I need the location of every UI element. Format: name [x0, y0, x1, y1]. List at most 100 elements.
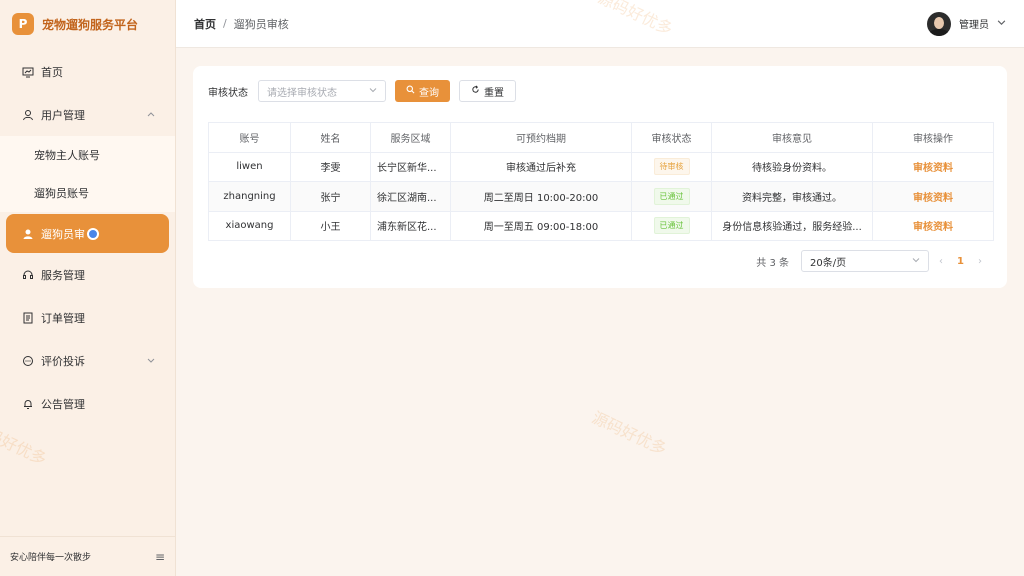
sidebar-item-label: 遛狗员审 [41, 227, 85, 241]
status-badge: 已通过 [653, 187, 690, 205]
reset-button[interactable]: 重置 [459, 80, 516, 102]
cell-account: zhangning [208, 181, 291, 212]
person-icon [22, 228, 34, 240]
cell-opinion: 资料完整，审核通过。 [711, 181, 873, 212]
avatar [927, 11, 951, 36]
cell-status: 已通过 [631, 181, 712, 212]
sidebar-item-label: 首页 [41, 65, 63, 79]
page-size-select[interactable]: 20条/页 [801, 250, 930, 272]
pagination: 共 3 条 20条/页 ‹ 1 › [756, 250, 992, 272]
cell-opinion: 身份信息核验通过，服务经验... [711, 210, 873, 241]
table-row: xiaowang 小王 浦东新区花... 周一至周五 09:00-18:00 已… [208, 210, 994, 241]
reset-button-label: 重置 [484, 87, 504, 99]
chevron-down-icon [147, 354, 155, 367]
page-size-value: 20条/页 [810, 257, 847, 269]
status-filter-label: 审核状态 [208, 87, 248, 99]
cell-status: 已通过 [631, 210, 712, 241]
sidebar-item-user-management[interactable]: 用户管理 [0, 93, 175, 136]
column-header: 账号 [208, 122, 291, 153]
user-name: 管理员 [959, 20, 989, 31]
sidebar-item-service-management[interactable]: 服务管理 [0, 253, 175, 296]
query-button[interactable]: 查询 [395, 80, 450, 102]
sidebar-item-label: 订单管理 [41, 311, 85, 325]
column-header: 姓名 [290, 122, 371, 153]
sidebar-footer-text: 安心陪伴每一次散步 [10, 553, 92, 563]
logo-icon: P [12, 13, 34, 35]
cell-name: 张宁 [290, 181, 371, 212]
refresh-icon [471, 85, 480, 97]
column-header: 审核状态 [631, 122, 712, 153]
app-title: 宠物遛狗服务平台 [42, 17, 139, 32]
sidebar-menu: 首页 用户管理 宠物主人账号 遛狗员账号 遛狗员审 服务管理 订单管理 评价投诉… [0, 50, 175, 425]
cell-name: 小王 [290, 210, 371, 241]
sidebar: P 宠物遛狗服务平台 首页 用户管理 宠物主人账号 遛狗员账号 遛狗员审 服务管… [0, 0, 176, 576]
status-filter-select[interactable]: 请选择审核状态 [258, 80, 386, 102]
breadcrumb-current: 遛狗员审核 [233, 17, 289, 31]
sidebar-item-walker-review[interactable]: 遛狗员审 [6, 214, 169, 253]
sidebar-item-label: 公告管理 [41, 397, 85, 411]
chevron-up-icon [147, 108, 155, 121]
user-menu[interactable]: 管理员 [927, 11, 1006, 36]
review-materials-link[interactable]: 审核资料 [913, 193, 953, 204]
sidebar-subitem-walker-account[interactable]: 遛狗员账号 [0, 174, 175, 212]
breadcrumb-home[interactable]: 首页 [194, 16, 216, 32]
user-submenu: 宠物主人账号 遛狗员账号 [0, 136, 175, 212]
cell-action: 审核资料 [872, 151, 994, 182]
top-header: 首页 / 遛狗员审核 管理员 [176, 0, 1024, 48]
breadcrumb: 首页 / 遛狗员审核 [194, 16, 289, 32]
chevron-down-icon [912, 256, 920, 267]
review-materials-link[interactable]: 审核资料 [913, 163, 953, 174]
cell-action: 审核资料 [872, 210, 994, 241]
chat-icon [22, 355, 34, 367]
cell-status: 待审核 [631, 151, 712, 182]
sidebar-footer: 安心陪伴每一次散步 ≡ [0, 536, 175, 576]
app-logo[interactable]: P 宠物遛狗服务平台 [0, 0, 175, 48]
cell-name: 李雯 [290, 151, 371, 182]
collapse-menu-icon[interactable]: ≡ [155, 550, 165, 564]
table-row: zhangning 张宁 徐汇区湖南... 周二至周日 10:00-20:00 … [208, 181, 994, 212]
cell-area: 浦东新区花... [370, 210, 451, 241]
search-icon [406, 85, 415, 97]
bell-icon [22, 398, 34, 410]
chevron-down-icon [369, 86, 377, 97]
breadcrumb-separator: / [223, 17, 227, 30]
page-number-current[interactable]: 1 [957, 256, 964, 267]
cell-schedule: 周一至周五 09:00-18:00 [450, 210, 632, 241]
cell-action: 审核资料 [872, 181, 994, 212]
sidebar-item-label: 评价投诉 [41, 354, 85, 368]
watermark: 源码好优多 [589, 407, 670, 459]
next-page-button[interactable]: › [978, 256, 982, 267]
sidebar-subitem-pet-owner[interactable]: 宠物主人账号 [0, 136, 175, 174]
status-badge: 待审核 [653, 158, 690, 176]
table-row: liwen 李雯 长宁区新华... 审核通过后补充 待审核 待核验身份资料。 审… [208, 151, 994, 182]
column-header: 审核意见 [711, 122, 873, 153]
cell-schedule: 周二至周日 10:00-20:00 [450, 181, 632, 212]
table-header-row: 账号 姓名 服务区域 可预约档期 审核状态 审核意见 审核操作 [208, 122, 994, 153]
cell-area: 徐汇区湖南... [370, 181, 451, 212]
cell-account: liwen [208, 151, 291, 182]
sidebar-item-reviews-complaints[interactable]: 评价投诉 [0, 339, 175, 382]
headset-icon [22, 269, 34, 281]
query-button-label: 查询 [419, 87, 439, 99]
cursor-dot-icon [87, 227, 99, 240]
filter-bar: 审核状态 请选择审核状态 查询 重置 [208, 80, 516, 102]
cell-opinion: 待核验身份资料。 [711, 151, 873, 182]
user-icon [22, 109, 34, 121]
chevron-down-icon [997, 17, 1006, 30]
main-card: 审核状态 请选择审核状态 查询 重置 账号 姓名 服务区域 可预约档期 审核状态… [193, 66, 1007, 288]
sidebar-item-order-management[interactable]: 订单管理 [0, 296, 175, 339]
review-materials-link[interactable]: 审核资料 [913, 222, 953, 233]
sidebar-item-label: 用户管理 [41, 108, 85, 122]
dashboard-icon [22, 66, 34, 78]
sidebar-item-home[interactable]: 首页 [0, 50, 175, 93]
sidebar-item-label: 服务管理 [41, 268, 85, 282]
prev-page-button[interactable]: ‹ [939, 256, 943, 267]
status-badge: 已通过 [653, 217, 690, 235]
status-filter-placeholder: 请选择审核状态 [267, 87, 337, 99]
cell-area: 长宁区新华... [370, 151, 451, 182]
sidebar-item-announcement-management[interactable]: 公告管理 [0, 382, 175, 425]
review-table: 账号 姓名 服务区域 可预约档期 审核状态 审核意见 审核操作 liwen 李雯… [208, 122, 994, 241]
column-header: 审核操作 [872, 122, 994, 153]
column-header: 可预约档期 [450, 122, 632, 153]
document-icon [22, 312, 34, 324]
